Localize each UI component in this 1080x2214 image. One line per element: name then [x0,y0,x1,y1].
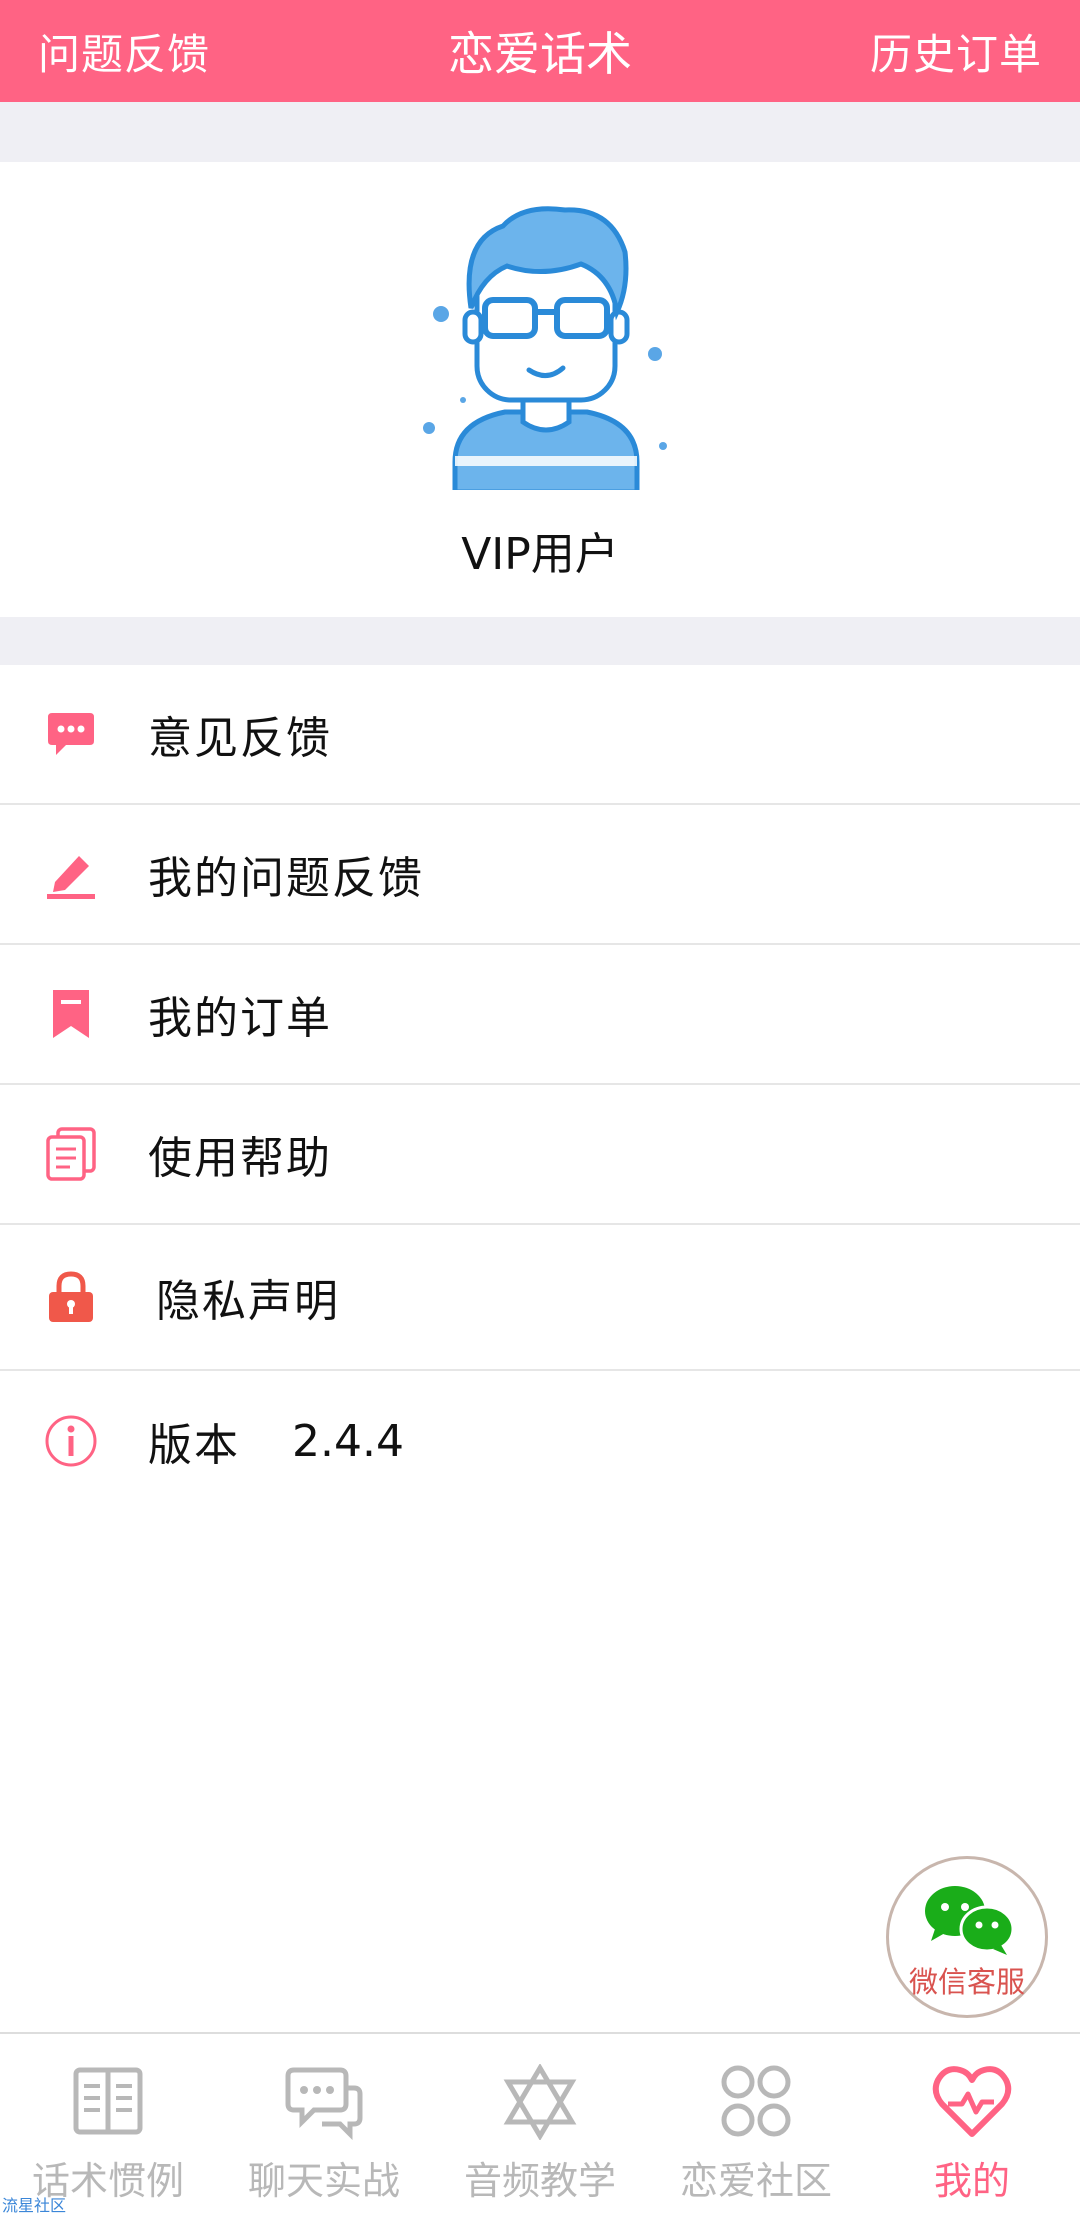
settings-menu: 意见反馈 我的问题反馈 我的订单 使用帮助 隐私声明 版本 2.4.4 [0,665,1080,1511]
wechat-service-label: 微信客服 [908,1965,1025,1999]
book-icon [73,2067,143,2135]
wechat-service-button[interactable]: 微信客服 [886,1856,1048,2018]
chat-icon [285,2067,363,2140]
profile-card: VIP用户 [0,162,1080,617]
star-of-david-icon [503,2064,577,2140]
tab-scripts[interactable]: 话术惯例 [0,2034,216,2214]
menu-item-feedback[interactable]: 意见反馈 [0,665,1080,805]
tab-mine[interactable]: 我的 [864,2034,1080,2214]
menu-item-my-feedback[interactable]: 我的问题反馈 [0,805,1080,945]
section-spacer [0,102,1080,162]
section-spacer [0,617,1080,665]
tab-label: 音频教学 [463,2159,616,2203]
info-icon [44,1414,98,1468]
menu-item-label: 我的订单 [148,993,332,1044]
menu-item-my-orders[interactable]: 我的订单 [0,945,1080,1085]
wechat-icon [925,1886,1015,1955]
man-with-glasses-avatar[interactable] [415,200,675,490]
tab-chat-practice[interactable]: 聊天实战 [216,2034,432,2214]
order-history-link[interactable]: 历史订单 [870,21,1042,82]
app-root: 问题反馈 恋爱话术 历史订单 VIP用户 意见反馈 我的问题反馈 我的订单 使用… [0,0,1080,2214]
menu-item-version: 版本 2.4.4 [0,1371,1080,1511]
document-stack-icon [44,1127,98,1181]
tab-label: 聊天实战 [247,2159,400,2203]
menu-item-label: 版本 [148,1420,240,1471]
menu-item-label: 我的问题反馈 [148,853,424,904]
menu-item-label: 意见反馈 [148,713,332,764]
menu-item-help[interactable]: 使用帮助 [0,1085,1080,1225]
feedback-link[interactable]: 问题反馈 [38,21,210,82]
pencil-icon [44,847,98,901]
bookmark-icon [44,987,98,1041]
four-circles-icon [721,2065,791,2137]
tab-label: 恋爱社区 [679,2159,832,2203]
tab-label: 我的 [933,2159,1010,2203]
version-number: 2.4.4 [292,1415,404,1467]
tab-community[interactable]: 恋爱社区 [648,2034,864,2214]
menu-item-privacy[interactable]: 隐私声明 [0,1225,1080,1371]
username: VIP用户 [461,529,619,580]
tab-audio-lessons[interactable]: 音频教学 [432,2034,648,2214]
lock-icon [44,1270,98,1324]
menu-item-label: 隐私声明 [156,1276,340,1327]
watermark: 流星社区 [2,2196,67,2214]
heart-pulse-icon [932,2066,1012,2137]
top-header: 问题反馈 恋爱话术 历史订单 [0,0,1080,102]
chat-bubble-icon [44,707,98,761]
menu-item-label: 使用帮助 [148,1133,332,1184]
bottom-tab-bar: 话术惯例 聊天实战 音频教学 恋爱社区 我的 [0,2032,1080,2214]
